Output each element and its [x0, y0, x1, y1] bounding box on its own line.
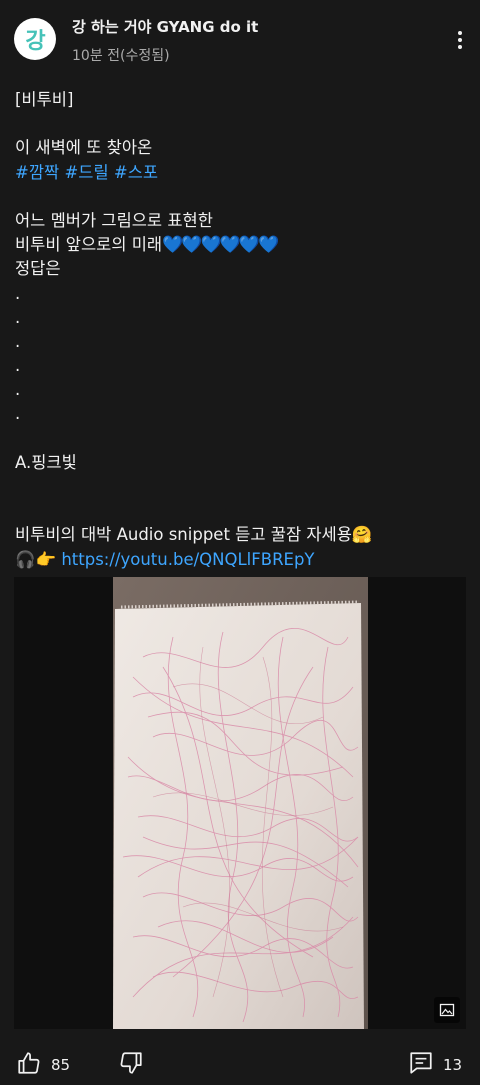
more-vert-icon-dot [458, 45, 462, 49]
hashtag-link[interactable]: #스포 [114, 163, 158, 182]
link-line: 🎧👉 https://youtu.be/QNQLlFBREpY [15, 548, 470, 572]
question-line-1: 어느 멤버가 그림으로 표현한 [15, 210, 213, 230]
thumb-down-icon [120, 1052, 142, 1074]
post-body: [비투비] 이 새벽에 또 찾아온 #깜짝 #드릴 #스포 어느 멤버가 그림으… [15, 88, 470, 572]
post-time: 10분 전(수정됨) [72, 48, 170, 64]
like-button[interactable] [16, 1050, 42, 1076]
hashtag-link[interactable]: #깜짝 [15, 163, 59, 182]
thumb-up-icon [18, 1052, 40, 1074]
youtube-link[interactable]: https://youtu.be/QNQLlFBREpY [61, 550, 314, 569]
comment-icon [410, 1052, 432, 1074]
dot-line: . [15, 404, 21, 424]
hug-emoji: 🤗 [351, 525, 373, 545]
dot-line: . [15, 331, 21, 351]
sketch-photo [113, 577, 368, 1029]
more-options-button[interactable] [446, 26, 474, 54]
question-text: 비투비 앞으로의 미래 [15, 235, 163, 255]
dot-line: . [15, 307, 21, 327]
action-bar: 85 13 [0, 1040, 480, 1085]
post-image[interactable] [14, 577, 466, 1029]
comment-count: 13 [443, 1056, 463, 1074]
question-line-2: 비투비 앞으로의 미래💙💙💙💙💙💙 [15, 233, 470, 257]
more-vert-icon-dot [458, 38, 462, 42]
channel-avatar[interactable]: 강 [14, 18, 56, 60]
image-icon[interactable] [434, 997, 460, 1023]
more-vert-icon [458, 31, 462, 35]
dot-line: . [15, 283, 21, 303]
promo-line: 비투비의 대박 Audio snippet 듣고 꿀잠 자세용🤗 [15, 523, 470, 547]
hashtag-link[interactable]: #드릴 [64, 163, 108, 182]
dot-line: . [15, 356, 21, 376]
promo-text: 비투비의 대박 Audio snippet 듣고 꿀잠 자세용 [15, 525, 352, 545]
intro-line: 이 새벽에 또 찾아온 [15, 138, 153, 158]
headphone-point-emoji: 🎧👉 [15, 549, 57, 569]
like-count: 85 [51, 1056, 71, 1074]
answer-label: 정답은 [15, 259, 61, 279]
avatar-text: 강 [25, 29, 45, 54]
channel-name[interactable]: 강 하는 거야 GYANG do it [72, 16, 258, 37]
dislike-button[interactable] [118, 1050, 144, 1076]
post-header: 강 강 하는 거야 GYANG do it 10분 전(수정됨) [0, 0, 480, 78]
comment-button[interactable] [408, 1050, 434, 1076]
post-title: [비투비] [15, 90, 74, 109]
dot-line: . [15, 380, 21, 400]
blue-hearts-emoji: 💙💙💙💙💙💙 [162, 235, 279, 256]
scribble-drawing [113, 577, 368, 1029]
answer-text: A.핑크빛 [15, 452, 77, 472]
hashtags: #깜짝 #드릴 #스포 [15, 161, 470, 185]
